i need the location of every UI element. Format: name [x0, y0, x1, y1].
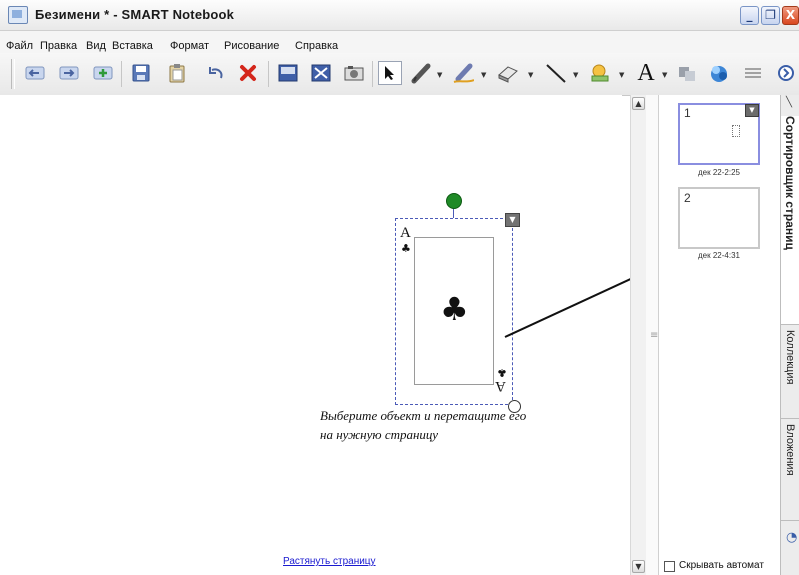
tab-attachments[interactable]: Вложения: [781, 424, 799, 521]
scroll-down-button[interactable]: ▼: [632, 560, 645, 573]
properties-tab-icon[interactable]: ◔: [786, 530, 797, 545]
tab-gallery[interactable]: Коллекция: [781, 330, 799, 419]
page-date-1: дек 22-2:25: [698, 168, 740, 177]
scroll-up-button[interactable]: ▲: [632, 97, 645, 110]
auto-hide-label: Скрывать автомат: [679, 560, 764, 571]
thumbnail-menu-button[interactable]: ▼: [745, 104, 759, 117]
page-sorter-panel: [659, 95, 780, 575]
page-number-2: 2: [684, 191, 691, 205]
page-number-1: 1: [684, 106, 691, 120]
instruction-line-1: Выберите объект и перетащите его: [320, 408, 527, 423]
divider-grip-icon[interactable]: ≡: [650, 330, 658, 341]
page-date-2: дек 22-4:31: [698, 251, 740, 260]
tab-collapse-icon[interactable]: ╲: [786, 97, 792, 108]
instruction-line-2: на нужную страницу: [320, 427, 439, 442]
auto-hide-checkbox[interactable]: [664, 561, 675, 572]
vertical-scrollbar[interactable]: [630, 95, 647, 575]
stretch-page-link[interactable]: Растянуть страницу: [283, 556, 376, 567]
thumbnail-card-preview: [732, 125, 740, 137]
tab-page-sorter[interactable]: Сортировщик страниц: [781, 116, 799, 325]
